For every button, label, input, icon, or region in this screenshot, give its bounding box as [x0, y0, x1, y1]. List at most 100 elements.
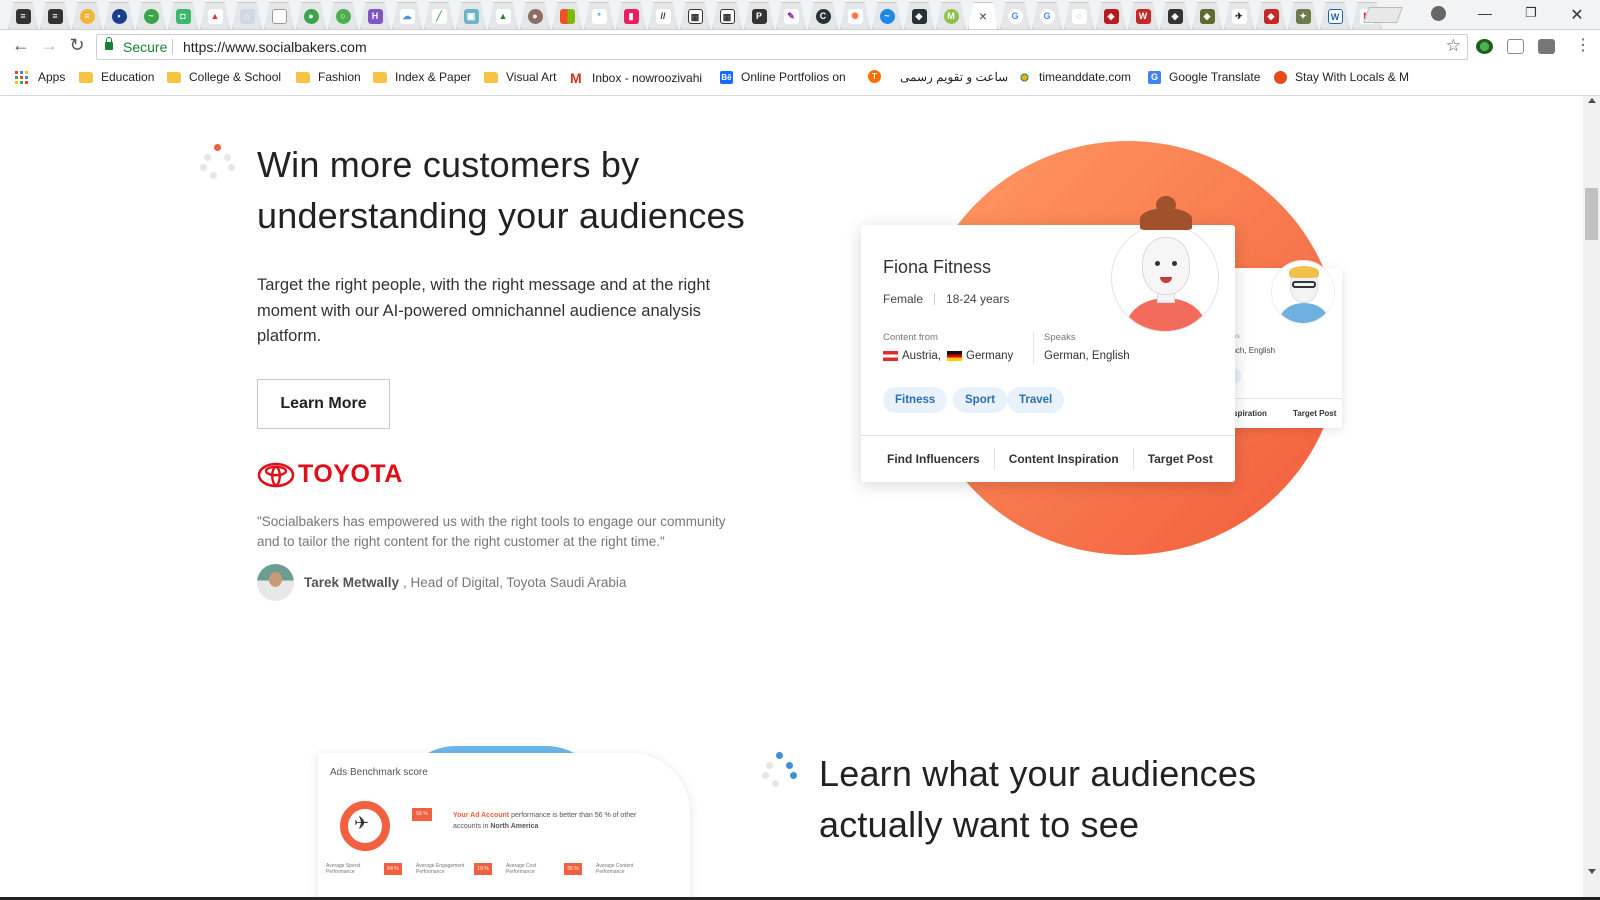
tab-11[interactable]: ○	[328, 2, 358, 29]
tab-18[interactable]	[552, 2, 582, 29]
new-tab-button[interactable]	[1363, 7, 1403, 23]
tab-5[interactable]: ~	[136, 2, 166, 29]
bookmark-inbox[interactable]: M Inbox - nowroozivahi	[570, 70, 708, 86]
female-avatar-illustration	[1111, 224, 1219, 332]
tab-13[interactable]: ☁	[392, 2, 422, 29]
behance-icon: Bē	[720, 70, 733, 84]
bookmark-label: Online Portfolios on	[741, 70, 846, 84]
tab-35[interactable]: ◈	[1096, 2, 1126, 29]
bookmark-visual-art[interactable]: Visual Art	[484, 70, 556, 84]
tab-9[interactable]	[264, 2, 294, 29]
bookmark-couchsurfing[interactable]: Stay With Locals & M	[1274, 70, 1412, 84]
emblem-icon: •	[111, 8, 127, 24]
bookmark-fashion[interactable]: Fashion	[296, 70, 361, 84]
tab-1[interactable]: ≡	[8, 2, 38, 29]
close-tab-icon[interactable]: ×	[979, 8, 987, 24]
scrollbar-thumb[interactable]	[1585, 188, 1598, 240]
tab-38[interactable]: ◈	[1192, 2, 1222, 29]
tab-2[interactable]: ≡	[40, 2, 70, 29]
tab-6[interactable]: ◘	[168, 2, 198, 29]
tab-3[interactable]: ≡	[72, 2, 102, 29]
bookmark-star-icon[interactable]: ☆	[1446, 36, 1461, 56]
bookmark-t[interactable]: T	[868, 70, 889, 83]
tab-7[interactable]: ▲	[200, 2, 230, 29]
dots-icon: °	[591, 8, 607, 24]
bookmark-timeanddate[interactable]: timeanddate.com	[1018, 70, 1131, 84]
shield-icon: ◆	[1263, 8, 1279, 24]
url-text[interactable]: https://www.socialbakers.com	[183, 39, 367, 55]
reload-button[interactable]: ↻	[66, 35, 88, 56]
tab-29[interactable]: ◆	[904, 2, 934, 29]
tab-39[interactable]: ✈	[1224, 2, 1254, 29]
tab-20[interactable]: ▮	[616, 2, 646, 29]
tab-28[interactable]: ~	[872, 2, 902, 29]
folder-icon	[167, 71, 181, 83]
bookmark-google-translate[interactable]: G Google Translate	[1148, 70, 1260, 84]
tab-32[interactable]: G	[1000, 2, 1030, 29]
tab-19[interactable]: °	[584, 2, 614, 29]
tab-34[interactable]: ◌	[1064, 2, 1094, 29]
bookmark-apps[interactable]: Apps	[15, 70, 65, 84]
address-bar[interactable]: Secure https://www.socialbakers.com ☆	[96, 34, 1468, 60]
bookmark-college-school[interactable]: College & School	[167, 70, 281, 84]
bookmark-online-portfolios[interactable]: Bē Online Portfolios on	[720, 70, 860, 84]
tab-10[interactable]: ●	[296, 2, 326, 29]
tab-41[interactable]: ✦	[1288, 2, 1318, 29]
menu-icon[interactable]: ⋮	[1572, 35, 1594, 55]
tab-26[interactable]: C	[808, 2, 838, 29]
close-window-button[interactable]: ✕	[1554, 5, 1600, 25]
card-actions: Find Influencers Content Inspiration Tar…	[861, 435, 1235, 482]
tab-33[interactable]: G	[1032, 2, 1062, 29]
scroll-down-arrow-icon[interactable]	[1588, 869, 1596, 874]
tab-40[interactable]: ◆	[1256, 2, 1286, 29]
tab-27[interactable]: ✺	[840, 2, 870, 29]
minimize-button[interactable]: —	[1462, 5, 1508, 21]
tab-17[interactable]: ●	[520, 2, 550, 29]
profile-icon[interactable]	[1431, 6, 1446, 21]
tab-23[interactable]: ▦	[712, 2, 742, 29]
grid-icon: ▦	[719, 8, 735, 24]
tab-37[interactable]: ◈	[1160, 2, 1190, 29]
metric-engagement: Average Engagement Performance 19 %	[416, 863, 506, 875]
bookmark-index-paper[interactable]: Index & Paper	[373, 70, 471, 84]
tab-15[interactable]: ▣	[456, 2, 486, 29]
ads-gauge: ✈	[334, 795, 396, 857]
back-button[interactable]: ←	[10, 35, 32, 56]
meta-separator	[934, 293, 936, 305]
tab-22[interactable]: ▦	[680, 2, 710, 29]
folder-icon	[296, 71, 310, 83]
profile-gender: Female	[883, 292, 924, 306]
scroll-up-arrow-icon[interactable]	[1588, 98, 1596, 103]
camera-extension-icon[interactable]	[1538, 39, 1555, 54]
profile-name: Fiona Fitness	[883, 257, 992, 277]
tab-12[interactable]: H	[360, 2, 390, 29]
tab-36[interactable]: W	[1128, 2, 1158, 29]
tab-16[interactable]: ▲	[488, 2, 518, 29]
inbox-extension-icon[interactable]	[1507, 39, 1524, 54]
couchsurfing-icon	[1274, 70, 1287, 84]
learn-more-button[interactable]: Learn More	[257, 379, 390, 429]
tab-14[interactable]: ╱	[424, 2, 454, 29]
tab-4[interactable]: •	[104, 2, 134, 29]
tab-24[interactable]: P	[744, 2, 774, 29]
bookmark-education[interactable]: Education	[79, 70, 154, 84]
content-from-label: Content from	[883, 332, 938, 343]
bookmark-persian-calendar[interactable]: ساعت و تقویم رسمی	[900, 70, 1008, 84]
author-avatar	[257, 564, 294, 601]
tab-30[interactable]: M	[936, 2, 966, 29]
microsoft-icon	[559, 8, 575, 24]
layers-icon: ≡	[15, 8, 31, 24]
languages-value: German, English	[1044, 350, 1130, 362]
vertical-scrollbar[interactable]	[1583, 96, 1600, 900]
m-icon: M	[943, 8, 959, 24]
tab-active-socialbakers[interactable]: ×	[968, 2, 998, 29]
tab-25[interactable]: ✎	[776, 2, 806, 29]
tab-21[interactable]: //	[648, 2, 678, 29]
restore-button[interactable]: ❐	[1508, 5, 1554, 21]
tab-42[interactable]: W	[1320, 2, 1350, 29]
tab-8[interactable]: ⌂	[232, 2, 262, 29]
folder-icon	[79, 71, 93, 83]
forward-button[interactable]: →	[38, 35, 60, 56]
globe-extension-icon[interactable]	[1476, 39, 1493, 54]
back-card-action-target-post: Target Post	[1293, 409, 1337, 418]
